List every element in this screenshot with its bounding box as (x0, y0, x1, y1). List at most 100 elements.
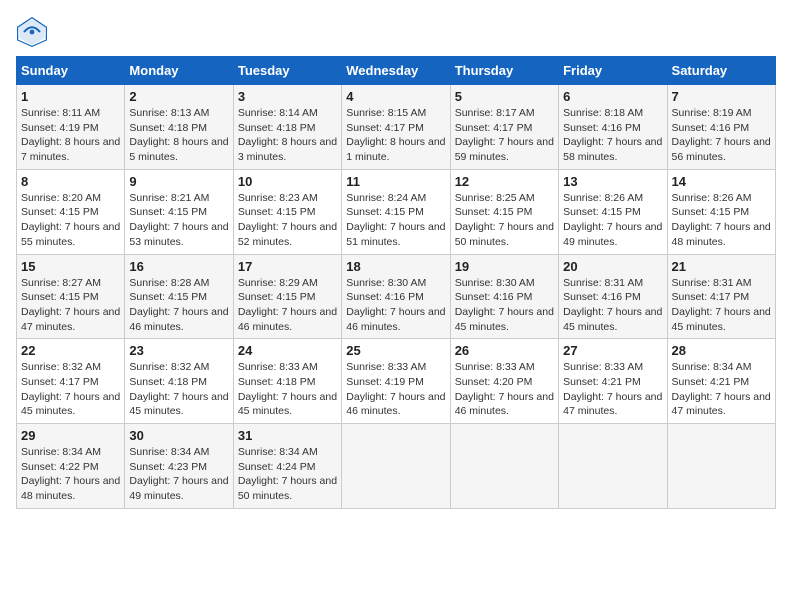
col-header-saturday: Saturday (667, 57, 775, 85)
col-header-wednesday: Wednesday (342, 57, 450, 85)
calendar-cell (559, 424, 667, 509)
day-info: Sunrise: 8:11 AMSunset: 4:19 PMDaylight:… (21, 106, 120, 165)
day-number: 23 (129, 343, 228, 358)
logo-icon (16, 16, 48, 48)
day-info: Sunrise: 8:33 AMSunset: 4:21 PMDaylight:… (563, 360, 662, 419)
day-info: Sunrise: 8:34 AMSunset: 4:23 PMDaylight:… (129, 445, 228, 504)
col-header-sunday: Sunday (17, 57, 125, 85)
day-info: Sunrise: 8:34 AMSunset: 4:22 PMDaylight:… (21, 445, 120, 504)
calendar-cell: 11 Sunrise: 8:24 AMSunset: 4:15 PMDaylig… (342, 169, 450, 254)
calendar-cell: 24 Sunrise: 8:33 AMSunset: 4:18 PMDaylig… (233, 339, 341, 424)
week-row-2: 8 Sunrise: 8:20 AMSunset: 4:15 PMDayligh… (17, 169, 776, 254)
calendar-cell: 16 Sunrise: 8:28 AMSunset: 4:15 PMDaylig… (125, 254, 233, 339)
week-row-3: 15 Sunrise: 8:27 AMSunset: 4:15 PMDaylig… (17, 254, 776, 339)
day-number: 28 (672, 343, 771, 358)
day-info: Sunrise: 8:21 AMSunset: 4:15 PMDaylight:… (129, 191, 228, 250)
calendar-cell: 31 Sunrise: 8:34 AMSunset: 4:24 PMDaylig… (233, 424, 341, 509)
calendar-cell: 8 Sunrise: 8:20 AMSunset: 4:15 PMDayligh… (17, 169, 125, 254)
day-number: 31 (238, 428, 337, 443)
calendar-cell: 26 Sunrise: 8:33 AMSunset: 4:20 PMDaylig… (450, 339, 558, 424)
day-info: Sunrise: 8:19 AMSunset: 4:16 PMDaylight:… (672, 106, 771, 165)
calendar-cell: 23 Sunrise: 8:32 AMSunset: 4:18 PMDaylig… (125, 339, 233, 424)
day-number: 11 (346, 174, 445, 189)
day-number: 8 (21, 174, 120, 189)
calendar-cell: 27 Sunrise: 8:33 AMSunset: 4:21 PMDaylig… (559, 339, 667, 424)
day-number: 29 (21, 428, 120, 443)
day-number: 14 (672, 174, 771, 189)
day-number: 18 (346, 259, 445, 274)
day-number: 9 (129, 174, 228, 189)
day-number: 4 (346, 89, 445, 104)
day-number: 30 (129, 428, 228, 443)
day-number: 15 (21, 259, 120, 274)
day-number: 2 (129, 89, 228, 104)
week-row-1: 1 Sunrise: 8:11 AMSunset: 4:19 PMDayligh… (17, 85, 776, 170)
day-info: Sunrise: 8:24 AMSunset: 4:15 PMDaylight:… (346, 191, 445, 250)
day-info: Sunrise: 8:30 AMSunset: 4:16 PMDaylight:… (455, 276, 554, 335)
calendar-cell: 13 Sunrise: 8:26 AMSunset: 4:15 PMDaylig… (559, 169, 667, 254)
col-header-tuesday: Tuesday (233, 57, 341, 85)
header-row: SundayMondayTuesdayWednesdayThursdayFrid… (17, 57, 776, 85)
calendar-cell: 14 Sunrise: 8:26 AMSunset: 4:15 PMDaylig… (667, 169, 775, 254)
day-info: Sunrise: 8:31 AMSunset: 4:17 PMDaylight:… (672, 276, 771, 335)
day-number: 6 (563, 89, 662, 104)
day-number: 3 (238, 89, 337, 104)
day-info: Sunrise: 8:32 AMSunset: 4:18 PMDaylight:… (129, 360, 228, 419)
day-info: Sunrise: 8:17 AMSunset: 4:17 PMDaylight:… (455, 106, 554, 165)
day-info: Sunrise: 8:34 AMSunset: 4:24 PMDaylight:… (238, 445, 337, 504)
calendar-cell (342, 424, 450, 509)
calendar-cell: 28 Sunrise: 8:34 AMSunset: 4:21 PMDaylig… (667, 339, 775, 424)
day-number: 20 (563, 259, 662, 274)
day-info: Sunrise: 8:33 AMSunset: 4:18 PMDaylight:… (238, 360, 337, 419)
calendar-cell: 7 Sunrise: 8:19 AMSunset: 4:16 PMDayligh… (667, 85, 775, 170)
calendar-cell (450, 424, 558, 509)
day-info: Sunrise: 8:33 AMSunset: 4:20 PMDaylight:… (455, 360, 554, 419)
day-number: 10 (238, 174, 337, 189)
day-number: 17 (238, 259, 337, 274)
day-number: 5 (455, 89, 554, 104)
calendar-cell: 20 Sunrise: 8:31 AMSunset: 4:16 PMDaylig… (559, 254, 667, 339)
calendar-cell: 22 Sunrise: 8:32 AMSunset: 4:17 PMDaylig… (17, 339, 125, 424)
week-row-4: 22 Sunrise: 8:32 AMSunset: 4:17 PMDaylig… (17, 339, 776, 424)
calendar-cell: 15 Sunrise: 8:27 AMSunset: 4:15 PMDaylig… (17, 254, 125, 339)
calendar-cell: 3 Sunrise: 8:14 AMSunset: 4:18 PMDayligh… (233, 85, 341, 170)
day-info: Sunrise: 8:15 AMSunset: 4:17 PMDaylight:… (346, 106, 445, 165)
calendar-cell: 18 Sunrise: 8:30 AMSunset: 4:16 PMDaylig… (342, 254, 450, 339)
page-header (16, 16, 776, 48)
calendar-cell: 19 Sunrise: 8:30 AMSunset: 4:16 PMDaylig… (450, 254, 558, 339)
day-info: Sunrise: 8:33 AMSunset: 4:19 PMDaylight:… (346, 360, 445, 419)
day-info: Sunrise: 8:26 AMSunset: 4:15 PMDaylight:… (563, 191, 662, 250)
day-info: Sunrise: 8:28 AMSunset: 4:15 PMDaylight:… (129, 276, 228, 335)
day-info: Sunrise: 8:25 AMSunset: 4:15 PMDaylight:… (455, 191, 554, 250)
day-number: 12 (455, 174, 554, 189)
day-info: Sunrise: 8:29 AMSunset: 4:15 PMDaylight:… (238, 276, 337, 335)
day-number: 1 (21, 89, 120, 104)
day-number: 27 (563, 343, 662, 358)
calendar-cell: 29 Sunrise: 8:34 AMSunset: 4:22 PMDaylig… (17, 424, 125, 509)
calendar-cell: 9 Sunrise: 8:21 AMSunset: 4:15 PMDayligh… (125, 169, 233, 254)
calendar-cell (667, 424, 775, 509)
calendar-cell: 1 Sunrise: 8:11 AMSunset: 4:19 PMDayligh… (17, 85, 125, 170)
calendar-cell: 2 Sunrise: 8:13 AMSunset: 4:18 PMDayligh… (125, 85, 233, 170)
col-header-thursday: Thursday (450, 57, 558, 85)
day-info: Sunrise: 8:13 AMSunset: 4:18 PMDaylight:… (129, 106, 228, 165)
calendar-cell: 5 Sunrise: 8:17 AMSunset: 4:17 PMDayligh… (450, 85, 558, 170)
logo (16, 16, 52, 48)
day-info: Sunrise: 8:27 AMSunset: 4:15 PMDaylight:… (21, 276, 120, 335)
col-header-friday: Friday (559, 57, 667, 85)
calendar-cell: 6 Sunrise: 8:18 AMSunset: 4:16 PMDayligh… (559, 85, 667, 170)
day-number: 25 (346, 343, 445, 358)
day-info: Sunrise: 8:30 AMSunset: 4:16 PMDaylight:… (346, 276, 445, 335)
day-info: Sunrise: 8:23 AMSunset: 4:15 PMDaylight:… (238, 191, 337, 250)
day-number: 19 (455, 259, 554, 274)
day-info: Sunrise: 8:31 AMSunset: 4:16 PMDaylight:… (563, 276, 662, 335)
calendar-cell: 10 Sunrise: 8:23 AMSunset: 4:15 PMDaylig… (233, 169, 341, 254)
day-info: Sunrise: 8:26 AMSunset: 4:15 PMDaylight:… (672, 191, 771, 250)
calendar-cell: 17 Sunrise: 8:29 AMSunset: 4:15 PMDaylig… (233, 254, 341, 339)
calendar-cell: 4 Sunrise: 8:15 AMSunset: 4:17 PMDayligh… (342, 85, 450, 170)
day-number: 21 (672, 259, 771, 274)
col-header-monday: Monday (125, 57, 233, 85)
day-number: 13 (563, 174, 662, 189)
day-info: Sunrise: 8:34 AMSunset: 4:21 PMDaylight:… (672, 360, 771, 419)
week-row-5: 29 Sunrise: 8:34 AMSunset: 4:22 PMDaylig… (17, 424, 776, 509)
